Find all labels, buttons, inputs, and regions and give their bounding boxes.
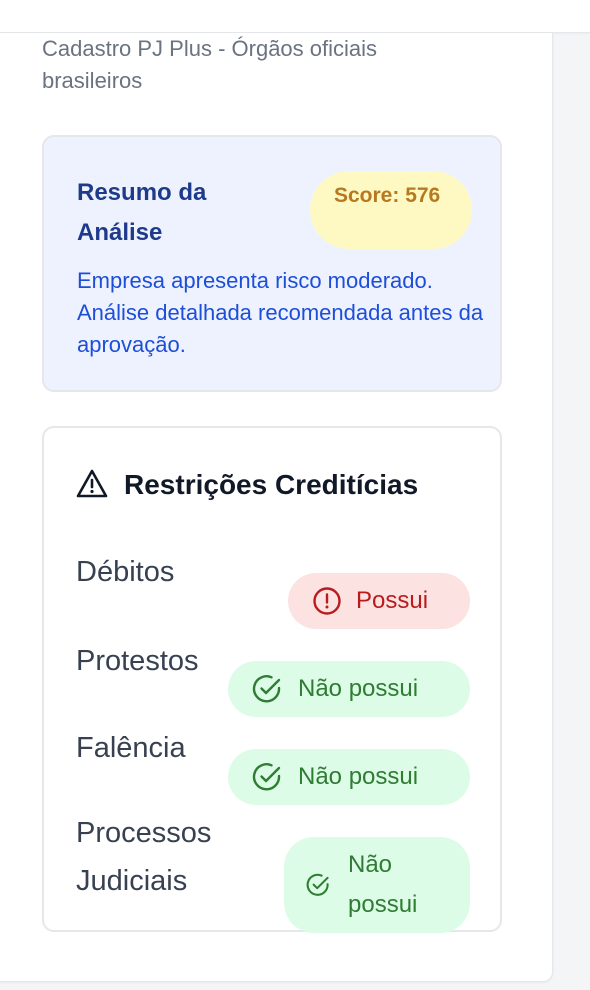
row-label-falencia: Falência	[76, 732, 186, 764]
restrictions-title: Restrições Creditícias	[124, 469, 419, 500]
source-subtitle: Cadastro PJ Plus - Órgãos oficiais brasi…	[42, 36, 378, 93]
status-badge-falencia: Não possui	[228, 749, 470, 805]
row-label-debitos: Débitos	[76, 556, 175, 588]
status-text-falencia: Não possui	[298, 763, 419, 790]
summary-title: Resumo da Análise	[77, 179, 207, 246]
status-text-protestos: Não possui	[298, 675, 419, 702]
credit-restrictions-card: Restrições Creditícias Débitos Possui Pr…	[42, 426, 502, 933]
score-badge: Score: 576	[310, 171, 472, 249]
credit-panel: Cadastro PJ Plus - Órgãos oficiais brasi…	[0, 33, 553, 982]
analysis-summary-card: Resumo da Análise Score: 576 Empresa apr…	[42, 135, 502, 392]
row-label-processos-judiciais: Processos Judiciais	[76, 817, 212, 897]
alert-circle-icon	[313, 587, 341, 615]
status-badge-debitos: Possui	[288, 573, 470, 629]
check-circle-icon	[252, 675, 281, 703]
warning-triangle-icon	[76, 469, 108, 498]
summary-description: Empresa apresenta risco moderado. Anális…	[77, 268, 484, 357]
status-badge-processos-judiciais: Não possui	[284, 837, 470, 933]
check-circle-icon	[252, 763, 281, 791]
status-text-processos-judiciais: Não possui	[348, 851, 418, 918]
row-label-protestos: Protestos	[76, 645, 199, 677]
status-text-debitos: Possui	[356, 587, 429, 614]
top-bar	[0, 0, 590, 33]
check-circle-icon	[306, 873, 329, 896]
status-badge-protestos: Não possui	[228, 661, 470, 717]
